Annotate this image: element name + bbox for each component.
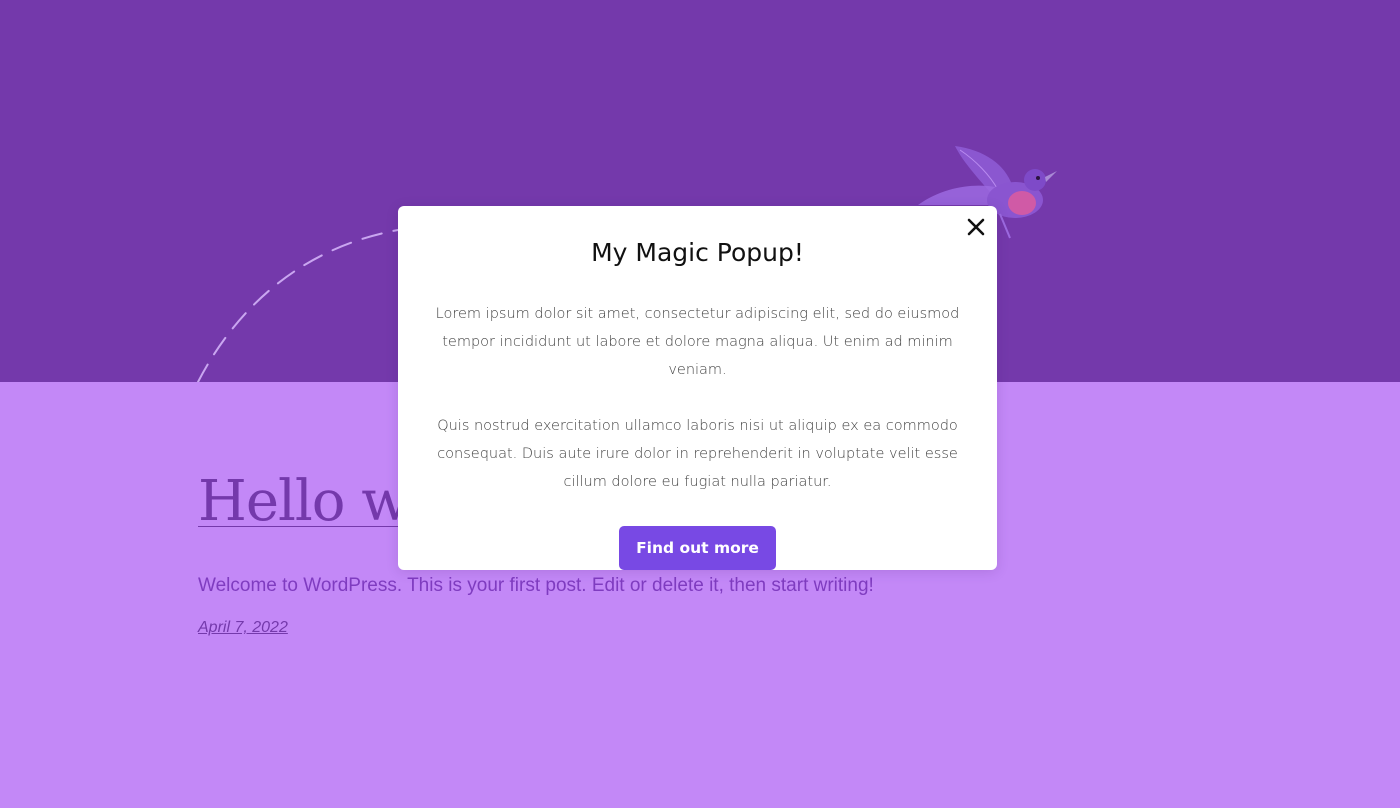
popup-paragraph: Lorem ipsum dolor sit amet, consectetur … — [435, 306, 960, 378]
post-date-link[interactable]: April 7, 2022 — [198, 619, 288, 637]
find-out-more-button[interactable]: Find out more — [619, 526, 776, 570]
popup-modal: My Magic Popup! Lorem ipsum dolor sit am… — [398, 206, 997, 570]
popup-title: My Magic Popup! — [591, 238, 804, 267]
close-icon[interactable] — [965, 216, 987, 238]
dashed-arc — [197, 229, 399, 382]
post-excerpt: Welcome to WordPress. This is your first… — [198, 575, 874, 596]
popup-paragraph: Quis nostrud exercitation ullamco labori… — [437, 418, 958, 490]
